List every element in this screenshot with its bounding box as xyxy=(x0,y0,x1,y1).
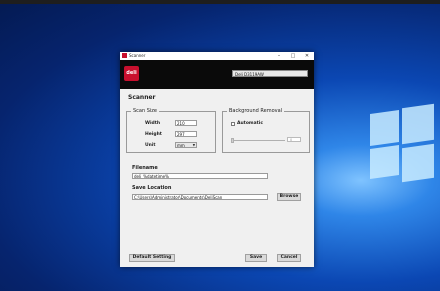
default-setting-button[interactable]: Default Setting xyxy=(129,254,175,262)
height-input[interactable]: 297 xyxy=(175,131,197,137)
close-button[interactable]: ✕ xyxy=(302,52,312,60)
maximize-button[interactable]: □ xyxy=(288,52,298,60)
background-removal-group: Background Removal Automatic 0 xyxy=(222,108,310,153)
windows-logo xyxy=(370,103,434,183)
removal-slider-thumb[interactable] xyxy=(231,138,234,143)
app-icon xyxy=(122,53,127,58)
browse-button[interactable]: Browse xyxy=(277,193,301,201)
removal-level-input[interactable]: 0 xyxy=(287,137,301,142)
unit-value: mm xyxy=(177,143,185,148)
chevron-down-icon: ▼ xyxy=(192,143,195,147)
filename-input[interactable]: deli_%datetime% xyxy=(132,173,268,179)
height-label: Height xyxy=(145,132,162,137)
device-select[interactable]: Deli D3119AW xyxy=(232,70,308,77)
unit-select[interactable]: mm ▼ xyxy=(175,142,197,148)
deli-logo: deli xyxy=(124,66,139,81)
brand-header: deli Deli D3119AW xyxy=(120,60,314,89)
automatic-checkbox[interactable] xyxy=(231,122,235,126)
cancel-button[interactable]: Cancel xyxy=(277,254,301,262)
width-input[interactable]: 210 xyxy=(175,120,197,126)
width-label: Width xyxy=(145,121,161,126)
save-location-input[interactable]: C:\Users\Administrator\Documents\DeliSca… xyxy=(132,194,268,200)
save-location-label: Save Location xyxy=(132,185,172,191)
scanner-dialog: Scanner – □ ✕ deli Deli D3119AW Scanner … xyxy=(120,52,314,267)
scan-size-title: Scan Size xyxy=(131,108,160,114)
removal-slider-track[interactable] xyxy=(231,140,285,141)
scan-size-group: Scan Size Width 210 Height 297 Unit mm ▼ xyxy=(126,108,216,153)
minimize-button[interactable]: – xyxy=(274,52,284,60)
page-title: Scanner xyxy=(128,94,156,101)
automatic-label: Automatic xyxy=(237,121,264,126)
filename-label: Filename xyxy=(132,165,158,171)
window-title: Scanner xyxy=(129,53,146,58)
unit-label: Unit xyxy=(145,143,156,148)
top-edge-bar xyxy=(0,0,440,4)
title-bar: Scanner – □ ✕ xyxy=(120,52,314,60)
background-removal-title: Background Removal xyxy=(227,108,285,114)
save-button[interactable]: Save xyxy=(245,254,267,262)
